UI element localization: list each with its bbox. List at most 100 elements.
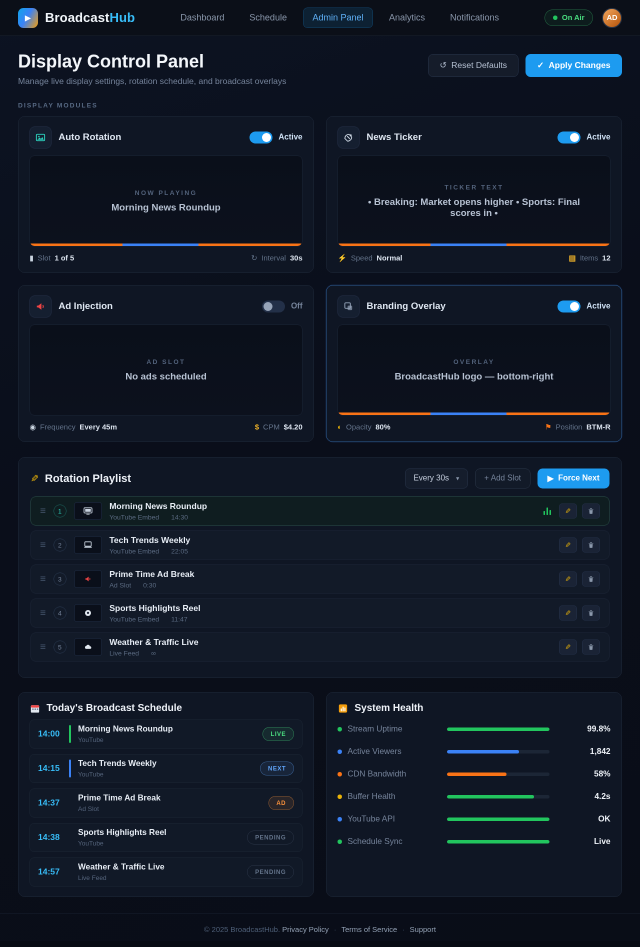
reset-defaults-button[interactable]: ↺ Reset Defaults <box>428 54 519 77</box>
edit-slot-button[interactable]: ✎ <box>559 605 577 621</box>
toggle-switch[interactable] <box>557 131 581 144</box>
drag-handle-icon[interactable]: ≡ <box>40 573 46 585</box>
edit-slot-button[interactable]: ✎ <box>559 571 577 587</box>
avatar[interactable]: AD <box>602 7 622 28</box>
news-ticker-preview: TICKER TEXT • Breaking: Market opens hig… <box>337 155 611 247</box>
auto-rotation-toggle[interactable]: Active <box>249 131 303 144</box>
apply-changes-button[interactable]: ✓ Apply Changes <box>525 54 622 77</box>
drag-handle-icon[interactable]: ≡ <box>40 505 46 517</box>
brand[interactable]: ▶ BroadcastHub <box>18 7 135 28</box>
module-title: News Ticker <box>366 132 422 143</box>
branding-overlay-toggle[interactable]: Active <box>557 300 611 313</box>
terms-link[interactable]: Terms of Service <box>341 926 397 935</box>
module-card-ad-injection: Ad Injection Off AD SLOT No ads schedule… <box>18 285 314 442</box>
edit-slot-button[interactable]: ✎ <box>559 503 577 519</box>
page-footer: © 2025 BroadcastHub. Privacy Policy · Term… <box>0 913 640 947</box>
privacy-policy-link[interactable]: Privacy Policy <box>282 926 329 935</box>
health-row-schedule-sync: Schedule Sync Live <box>337 831 611 854</box>
status-dot-icon <box>337 772 342 777</box>
drag-handle-icon[interactable]: ≡ <box>40 641 46 653</box>
playlist-row-3[interactable]: ≡ 3 Prime Time Ad Break Ad Slot 0:30 ✎ <box>30 564 610 594</box>
metric-bar <box>447 840 550 844</box>
status-badge: PENDING <box>247 830 294 845</box>
slot-indicator: ▮ Slot 1 of 5 <box>29 253 75 263</box>
ad-injection-toggle[interactable]: Off <box>261 300 303 313</box>
nav-item-analytics[interactable]: Analytics <box>380 8 434 28</box>
interval-select[interactable]: Every 30s ▾ <box>404 468 468 489</box>
toggle-label: Off <box>290 302 303 311</box>
status-dot-icon <box>337 749 342 754</box>
drag-handle-icon[interactable]: ≡ <box>40 607 46 619</box>
slot-number: 2 <box>53 538 67 552</box>
news-ticker-toggle[interactable]: Active <box>557 131 611 144</box>
interval-icon: ↻ <box>251 254 258 263</box>
schedule-row-5: 14:57 Weather & Traffic Live Live Feed P… <box>29 857 303 887</box>
toggle-label: Active <box>586 302 611 311</box>
module-card-news-ticker: News Ticker Active TICKER TEXT • Breakin… <box>326 116 622 273</box>
auto-rotation-preview: NOW PLAYING Morning News Roundup <box>29 155 303 247</box>
drag-handle-icon[interactable]: ≡ <box>40 539 46 551</box>
schedule-row-2: 14:15 Tech Trends Weekly YouTube NEXT <box>29 754 303 783</box>
trash-icon <box>588 610 594 616</box>
schedule-row-4: 14:38 Sports Highlights Reel YouTube PEN… <box>29 823 303 852</box>
playlist-row-4[interactable]: ≡ 4 Sports Highlights Reel YouTube Embed… <box>30 598 610 628</box>
nav-links: Dashboard Schedule Admin Panel Analytics… <box>171 7 508 28</box>
metric-bar <box>447 727 550 731</box>
top-nav: ▶ BroadcastHub Dashboard Schedule Admin … <box>0 0 640 36</box>
nav-item-schedule[interactable]: Schedule <box>240 8 296 28</box>
nav-item-notifications[interactable]: Notifications <box>441 8 508 28</box>
delete-slot-button[interactable] <box>582 605 600 621</box>
nav-item-dashboard[interactable]: Dashboard <box>171 8 233 28</box>
playlist-row-1[interactable]: ≡ 1 Morning News Roundup YouTube Embed 14… <box>30 496 610 526</box>
speed-icon: ⚡ <box>337 254 347 263</box>
delete-slot-button[interactable] <box>582 537 600 553</box>
metric-bar <box>447 772 550 776</box>
copyright: © 2025 BroadcastHub. <box>204 925 281 935</box>
delete-slot-button[interactable] <box>582 639 600 655</box>
force-next-button[interactable]: ▶ Force Next <box>537 468 610 489</box>
megaphone-thumbnail-icon <box>73 570 102 588</box>
support-link[interactable]: Support <box>410 926 436 935</box>
opacity-indicator: ◐ Opacity 80% <box>337 422 391 432</box>
items-icon: ▤ <box>568 254 576 263</box>
module-title: Ad Injection <box>58 301 113 312</box>
slot-number: 3 <box>53 572 67 586</box>
calendar-icon <box>30 705 40 713</box>
broadcast-schedule-panel: Today's Broadcast Schedule 14:00 Morning… <box>18 692 314 897</box>
trash-icon <box>588 542 594 548</box>
cpm-icon: $ <box>254 422 260 432</box>
branding-overlay-icon <box>337 295 360 318</box>
trash-icon <box>588 508 594 514</box>
delete-slot-button[interactable] <box>582 503 600 519</box>
slot-number: 4 <box>53 606 67 620</box>
toggle-switch[interactable] <box>557 300 581 313</box>
toggle-switch[interactable] <box>261 300 285 313</box>
bar-chart-icon <box>338 704 348 713</box>
schedule-row-3: 14:37 Prime Time Ad Break Ad Slot AD <box>29 788 303 818</box>
metric-bar <box>447 750 550 754</box>
slot-icon: ▮ <box>29 254 34 263</box>
health-title: System Health <box>354 702 424 714</box>
status-dot-icon <box>337 817 342 822</box>
health-row-active-viewers: Active Viewers 1,842 <box>337 741 611 764</box>
add-slot-button[interactable]: + Add Slot <box>474 468 531 489</box>
status-badge: AD <box>268 796 294 810</box>
delete-slot-button[interactable] <box>582 571 600 587</box>
auto-rotation-icon <box>29 126 52 149</box>
health-row-cdn-bandwidth: CDN Bandwidth 58% <box>337 763 611 786</box>
nav-item-admin-panel[interactable]: Admin Panel <box>302 7 373 28</box>
schedule-title: Today's Broadcast Schedule <box>46 702 183 714</box>
frequency-icon: ◉ <box>29 423 37 432</box>
status-badge: NEXT <box>259 761 294 776</box>
playlist-row-5[interactable]: ≡ 5 Weather & Traffic Live Live Feed ∞ ✎ <box>30 632 610 662</box>
playlist-row-2[interactable]: ≡ 2 Tech Trends Weekly YouTube Embed 22:0… <box>30 530 610 560</box>
items-indicator: ▤ Items 12 <box>568 253 611 263</box>
toggle-switch[interactable] <box>249 131 273 144</box>
ticker-progress-bar <box>338 243 610 246</box>
status-dot-icon <box>337 794 342 799</box>
edit-slot-button[interactable]: ✎ <box>559 537 577 553</box>
reset-icon: ↺ <box>439 60 447 71</box>
frequency-indicator: ◉ Frequency Every 45m <box>29 422 118 432</box>
edit-slot-button[interactable]: ✎ <box>559 639 577 655</box>
laptop-thumbnail-icon <box>73 536 102 554</box>
